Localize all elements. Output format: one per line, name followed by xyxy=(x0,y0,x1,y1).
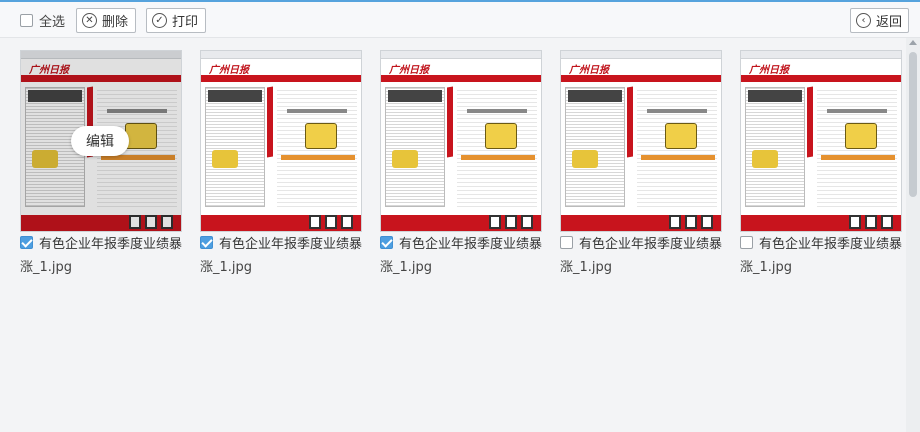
print-label: 打印 xyxy=(172,15,199,30)
card-meta: 有色企业年报季度业绩暴 xyxy=(20,234,182,252)
scroll-up-arrow-icon[interactable] xyxy=(909,40,917,45)
qr-code xyxy=(489,215,501,229)
card-meta: 有色企业年报季度业绩暴 xyxy=(200,234,362,252)
red-sash xyxy=(627,86,633,158)
chevron-left-circle-icon: ‹ xyxy=(856,13,871,28)
browser-bar xyxy=(561,51,721,59)
red-sash xyxy=(267,86,273,158)
cartoon-image xyxy=(845,123,877,149)
card-title: 有色企业年报季度业绩暴 xyxy=(38,236,182,252)
qr-code xyxy=(669,215,681,229)
masthead: 广州日报 xyxy=(209,65,249,76)
browser-bar xyxy=(201,51,361,59)
footer-bar xyxy=(741,215,901,231)
select-all-label: 全选 xyxy=(39,14,66,30)
article-title-bar xyxy=(827,109,887,113)
header-bar xyxy=(201,75,361,82)
file-name: 涨_1.jpg xyxy=(20,260,73,275)
card-meta: 有色企业年报季度业绩暴 xyxy=(740,234,902,252)
qr-code xyxy=(701,215,713,229)
orange-bar xyxy=(821,155,895,160)
card-checkbox[interactable] xyxy=(560,235,573,249)
cartoon-image xyxy=(125,123,157,149)
cartoon-image xyxy=(305,123,337,149)
article-title-bar xyxy=(107,109,167,113)
card-checkbox[interactable] xyxy=(200,235,213,249)
back-button[interactable]: ‹ 返回 xyxy=(850,8,909,33)
red-sash xyxy=(447,86,453,158)
masthead: 广州日报 xyxy=(29,65,69,76)
qr-code xyxy=(145,215,157,229)
card-title: 有色企业年报季度业绩暴 xyxy=(758,236,902,252)
qr-code xyxy=(849,215,861,229)
newspaper-page xyxy=(745,87,805,207)
masthead: 广州日报 xyxy=(569,65,609,76)
browser-bar xyxy=(741,51,901,59)
footer-bar xyxy=(201,215,361,231)
header-bar xyxy=(741,75,901,82)
header-bar xyxy=(381,75,541,82)
newspaper-thumbnail[interactable]: 广州日报 xyxy=(380,50,542,232)
card-checkbox[interactable] xyxy=(20,235,33,249)
edit-button[interactable]: 编辑 xyxy=(71,126,129,156)
browser-bar xyxy=(21,51,181,59)
header-bar xyxy=(21,75,181,82)
qr-code xyxy=(521,215,533,229)
orange-bar xyxy=(641,155,715,160)
newspaper-thumbnail[interactable]: 广州日报 xyxy=(560,50,722,232)
article-title-bar xyxy=(287,109,347,113)
card-title: 有色企业年报季度业绩暴 xyxy=(578,236,722,252)
select-all-checkbox[interactable]: 全选 xyxy=(20,11,66,30)
masthead: 广州日报 xyxy=(389,65,429,76)
qr-code xyxy=(309,215,321,229)
cartoon-image xyxy=(485,123,517,149)
vertical-scrollbar[interactable] xyxy=(906,38,920,432)
qr-code xyxy=(325,215,337,229)
check-circle-icon: ✓ xyxy=(152,13,167,28)
newspaper-page xyxy=(205,87,265,207)
header-bar xyxy=(561,75,721,82)
qr-code xyxy=(161,215,173,229)
card-meta: 有色企业年报季度业绩暴 xyxy=(560,234,722,252)
card-title: 有色企业年报季度业绩暴 xyxy=(218,236,362,252)
qr-code xyxy=(865,215,877,229)
newspaper-page xyxy=(385,87,445,207)
qr-code xyxy=(881,215,893,229)
footer-bar xyxy=(381,215,541,231)
close-circle-icon: ✕ xyxy=(82,13,97,28)
browser-bar xyxy=(381,51,541,59)
file-name: 涨_1.jpg xyxy=(200,260,253,275)
red-sash xyxy=(807,86,813,158)
toolbar: 全选 ✕ 删除 ✓ 打印 ‹ 返回 xyxy=(0,2,920,38)
newspaper-page xyxy=(565,87,625,207)
newspaper-thumbnail[interactable]: 广州日报 xyxy=(740,50,902,232)
qr-code xyxy=(685,215,697,229)
file-name: 涨_1.jpg xyxy=(560,260,613,275)
cartoon-image xyxy=(665,123,697,149)
orange-bar xyxy=(281,155,355,160)
article-title-bar xyxy=(647,109,707,113)
card-title: 有色企业年报季度业绩暴 xyxy=(398,236,542,252)
card-checkbox[interactable] xyxy=(380,235,393,249)
file-name: 涨_1.jpg xyxy=(740,260,793,275)
footer-bar xyxy=(21,215,181,231)
back-label: 返回 xyxy=(876,15,903,30)
orange-bar xyxy=(461,155,535,160)
masthead: 广州日报 xyxy=(749,65,789,76)
delete-button[interactable]: ✕ 删除 xyxy=(76,8,136,33)
article-title-bar xyxy=(467,109,527,113)
select-all-box[interactable] xyxy=(20,13,33,27)
qr-code xyxy=(505,215,517,229)
newspaper-thumbnail[interactable]: 广州日报 xyxy=(200,50,362,232)
scroll-thumb[interactable] xyxy=(909,52,917,197)
delete-label: 删除 xyxy=(102,15,129,30)
print-button[interactable]: ✓ 打印 xyxy=(146,8,206,33)
card-checkbox[interactable] xyxy=(740,235,753,249)
qr-code xyxy=(129,215,141,229)
qr-code xyxy=(341,215,353,229)
footer-bar xyxy=(561,215,721,231)
card-meta: 有色企业年报季度业绩暴 xyxy=(380,234,542,252)
file-name: 涨_1.jpg xyxy=(380,260,433,275)
